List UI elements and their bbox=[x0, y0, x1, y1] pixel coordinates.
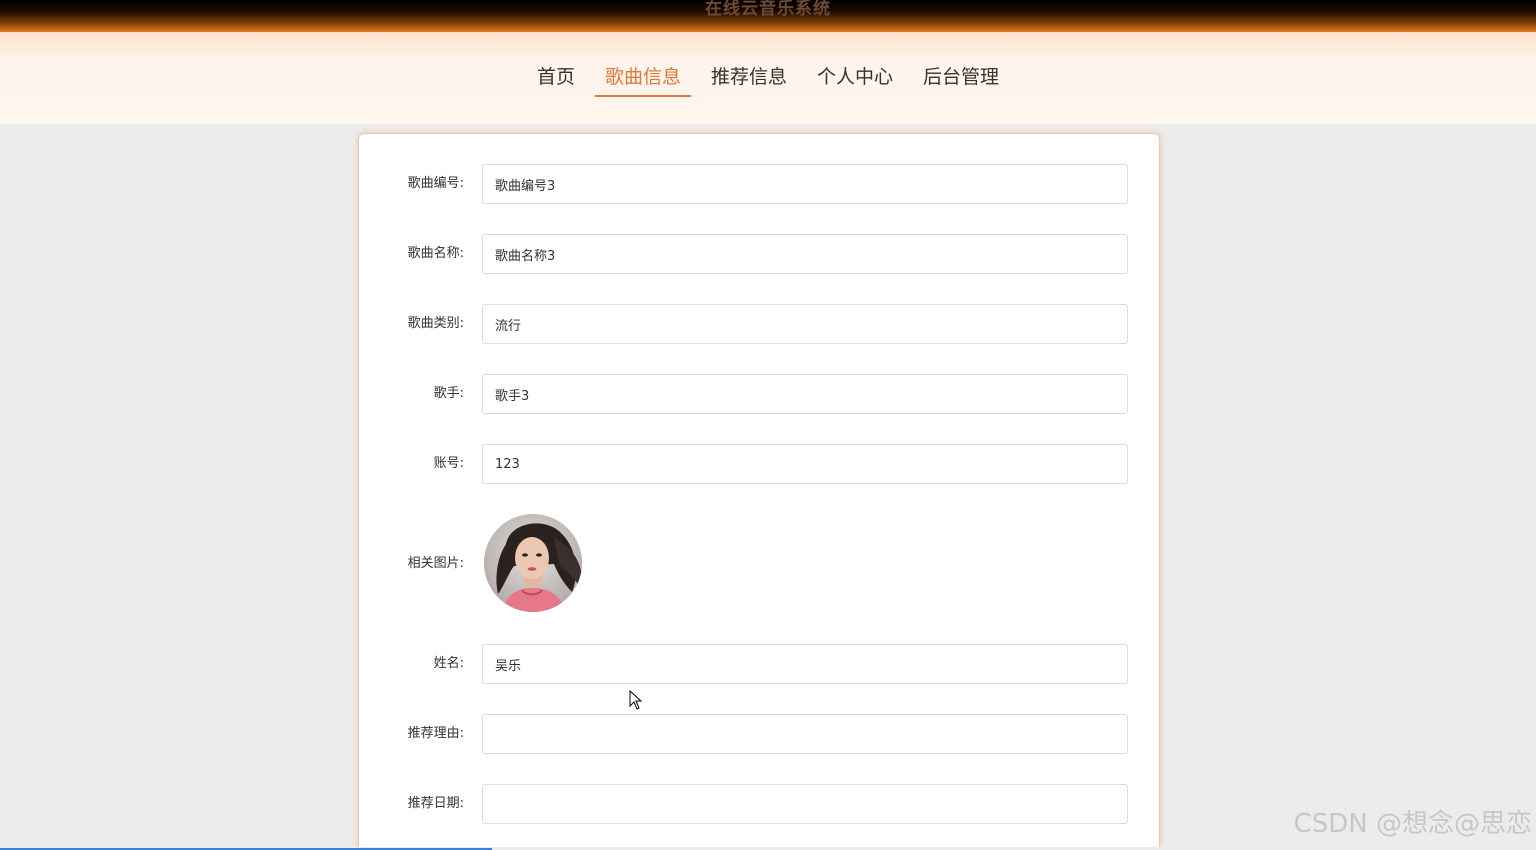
form-row-date: 推荐日期: bbox=[359, 784, 1159, 824]
song-image-avatar[interactable] bbox=[484, 514, 582, 612]
account-label: 账号: bbox=[433, 456, 464, 471]
title-bar: 在线云音乐系统 bbox=[0, 0, 1536, 32]
mouse-cursor-icon bbox=[629, 690, 643, 710]
reason-input[interactable] bbox=[482, 714, 1128, 754]
form-row-reason: 推荐理由: bbox=[359, 714, 1159, 754]
account-input[interactable] bbox=[482, 444, 1128, 484]
form-row-song-no: 歌曲编号: bbox=[359, 164, 1159, 204]
song-no-input[interactable] bbox=[482, 164, 1128, 204]
detail-form-card: 歌曲编号: 歌曲名称: 歌曲类别: 歌手: 账号: 相关图片: bbox=[358, 133, 1160, 850]
name-label: 姓名: bbox=[433, 656, 464, 671]
nav-area: 首页 歌曲信息 推荐信息 个人中心 后台管理 bbox=[0, 32, 1536, 124]
site-title: 在线云音乐系统 bbox=[705, 0, 831, 19]
song-name-input[interactable] bbox=[482, 234, 1128, 274]
nav-item-admin[interactable]: 后台管理 bbox=[913, 56, 1009, 97]
nav-item-home[interactable]: 首页 bbox=[527, 56, 585, 97]
portrait-image bbox=[484, 514, 582, 612]
nav-item-personal-center[interactable]: 个人中心 bbox=[807, 56, 903, 97]
reason-label: 推荐理由: bbox=[407, 726, 464, 741]
singer-label: 歌手: bbox=[433, 386, 464, 401]
watermark: CSDN @想念@思恋 bbox=[1293, 809, 1532, 839]
form-row-song-name: 歌曲名称: bbox=[359, 234, 1159, 274]
date-input[interactable] bbox=[482, 784, 1128, 824]
song-type-input[interactable] bbox=[482, 304, 1128, 344]
name-input[interactable] bbox=[482, 644, 1128, 684]
nav-item-recommend-info[interactable]: 推荐信息 bbox=[701, 56, 797, 97]
nav-item-song-info[interactable]: 歌曲信息 bbox=[594, 56, 691, 97]
song-name-label: 歌曲名称: bbox=[407, 246, 464, 261]
date-label: 推荐日期: bbox=[407, 796, 464, 811]
form-row-account: 账号: bbox=[359, 444, 1159, 484]
song-type-label: 歌曲类别: bbox=[407, 316, 464, 331]
form-row-name: 姓名: bbox=[359, 644, 1159, 684]
form-row-song-type: 歌曲类别: bbox=[359, 304, 1159, 344]
image-label: 相关图片: bbox=[407, 556, 464, 571]
singer-input[interactable] bbox=[482, 374, 1128, 414]
main-nav: 首页 歌曲信息 推荐信息 个人中心 后台管理 bbox=[0, 56, 1536, 97]
form-row-image: 相关图片: bbox=[359, 514, 1159, 614]
form-row-singer: 歌手: bbox=[359, 374, 1159, 414]
song-no-label: 歌曲编号: bbox=[407, 176, 464, 191]
